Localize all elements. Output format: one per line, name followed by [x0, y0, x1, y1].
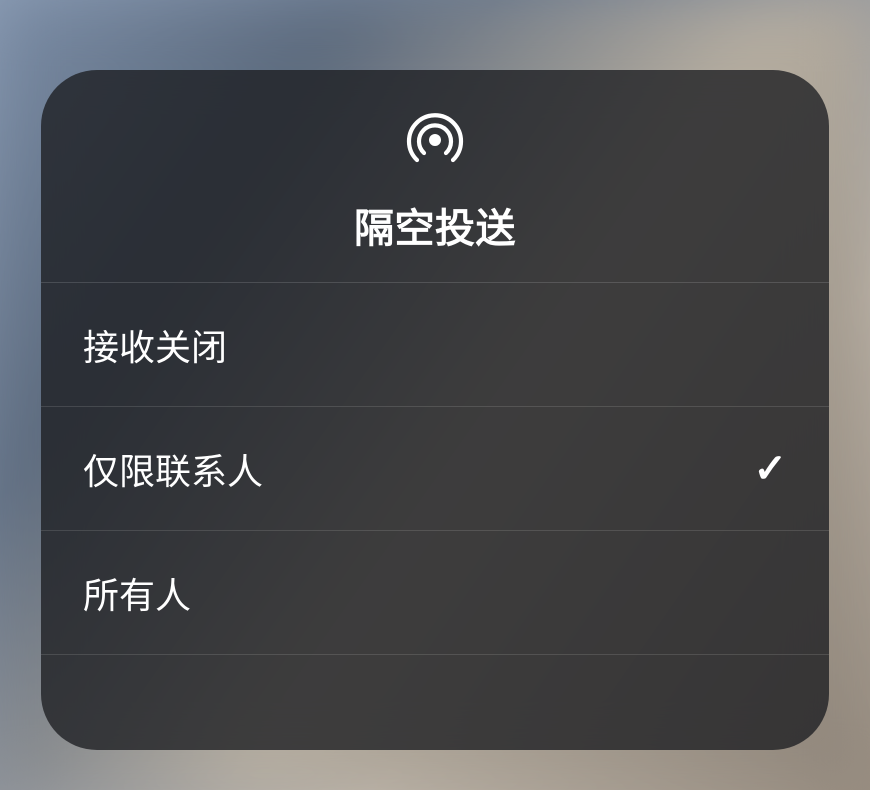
airdrop-settings-panel: 隔空投送 接收关闭 ✓ 仅限联系人 ✓ 所有人 ✓	[41, 70, 829, 750]
checkmark-icon: ✓	[753, 446, 787, 492]
panel-header: 隔空投送	[41, 70, 829, 283]
panel-title: 隔空投送	[354, 196, 516, 254]
option-label: 接收关闭	[83, 319, 227, 371]
option-label: 所有人	[83, 567, 191, 619]
option-contacts-only[interactable]: 仅限联系人 ✓	[41, 407, 829, 531]
option-everyone[interactable]: 所有人 ✓	[41, 531, 829, 655]
airdrop-icon	[405, 110, 465, 170]
option-label: 仅限联系人	[83, 443, 263, 495]
option-receiving-off[interactable]: 接收关闭 ✓	[41, 283, 829, 407]
